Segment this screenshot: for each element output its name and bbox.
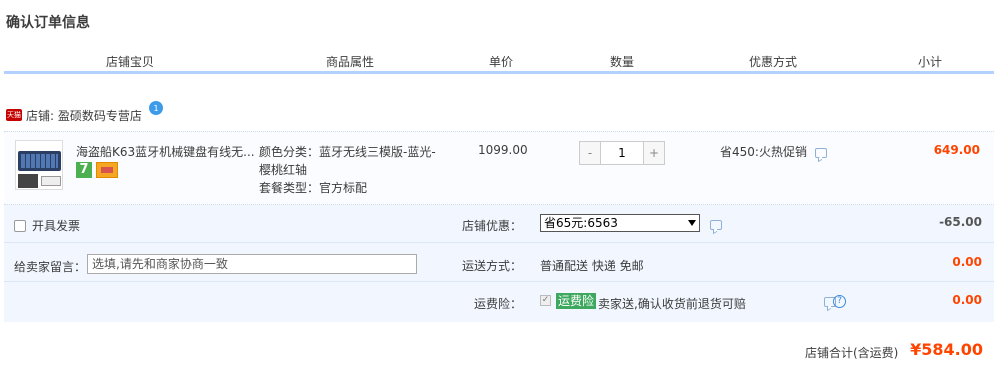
col-price: 单价 — [489, 55, 514, 69]
item-subtotal: 649.00 — [933, 143, 980, 157]
promotion: 省450:火热促销 — [720, 143, 827, 160]
qty-plus-button[interactable]: + — [643, 141, 665, 165]
col-subtotal: 小计 — [918, 55, 943, 69]
shop-discount-value: 省65元:6563 — [544, 216, 618, 230]
col-shop-item: 店铺宝贝 — [106, 55, 155, 69]
insurance-amount: 0.00 — [952, 293, 982, 307]
insurance-checkbox[interactable]: ✓ — [540, 295, 551, 306]
col-discount: 优惠方式 — [749, 55, 798, 69]
attr-package: 套餐类型：官方标配 — [259, 181, 368, 195]
shipping-amount: 0.00 — [952, 255, 982, 269]
keyboard-image — [18, 151, 61, 171]
unit-price: 1099.00 — [478, 143, 528, 157]
invoice-option[interactable]: 开具发票 — [14, 217, 80, 234]
remark-input[interactable]: 选填,请先和商家协商一致 — [87, 254, 417, 274]
divider — [4, 242, 994, 243]
seven-day-return-icon: 7 — [76, 162, 92, 178]
quantity-stepper: - 1 + — [579, 141, 665, 165]
shop-total-label: 店铺合计(含运费) — [805, 346, 899, 360]
page-title: 确认订单信息 — [6, 15, 90, 31]
message-icon[interactable] — [710, 220, 722, 230]
col-quantity: 数量 — [610, 55, 635, 69]
insurance-tag: 运费险 — [556, 293, 597, 309]
insurance-label: 运费险： — [473, 297, 522, 311]
tmall-icon: 天猫 — [6, 109, 22, 121]
divider — [4, 281, 994, 282]
box-image — [18, 174, 38, 188]
shop-line: 天猫 店铺: 盈硕数码专营店 1 — [6, 101, 163, 124]
help-icon[interactable]: ? — [833, 295, 846, 308]
order-options-panel: 开具发票 给卖家留言： 选填,请先和商家协商一致 店铺优惠： 省65元:6563… — [4, 205, 994, 322]
credit-card-icon — [96, 162, 118, 178]
insurance-text: 卖家送,确认收货前退货可赔 — [598, 297, 746, 311]
col-attributes: 商品属性 — [326, 55, 375, 69]
attr-color: 颜色分类：蓝牙无线三模版-蓝光- — [259, 145, 436, 159]
shipping-label: 运送方式： — [461, 259, 522, 273]
box-label-image — [41, 176, 61, 186]
shipping-value: 普通配送 快递 免邮 — [540, 259, 644, 273]
product-thumbnail[interactable] — [15, 140, 63, 190]
invoice-label: 开具发票 — [32, 219, 81, 233]
chevron-down-icon — [688, 220, 696, 226]
order-item-row: 海盗船K63蓝牙机械键盘有线无... 7 颜色分类：蓝牙无线三模版-蓝光- 樱桃… — [4, 131, 994, 205]
qty-input[interactable]: 1 — [601, 141, 643, 165]
promotion-text: 省450:火热促销 — [720, 145, 807, 159]
shop-discount-label: 店铺优惠： — [461, 219, 522, 233]
remark-label: 给卖家留言： — [14, 260, 87, 274]
shop-discount-amount: -65.00 — [939, 215, 982, 229]
shop-name[interactable]: 店铺: 盈硕数码专营店 — [26, 107, 142, 124]
product-attributes: 颜色分类：蓝牙无线三模版-蓝光- 樱桃红轴 套餐类型：官方标配 — [259, 143, 436, 197]
attr-color-cont: 樱桃红轴 — [259, 163, 308, 177]
invoice-checkbox[interactable] — [14, 219, 26, 232]
message-icon[interactable] — [814, 147, 827, 158]
chat-bubble-icon[interactable]: 1 — [149, 101, 163, 115]
table-header: 店铺宝贝 商品属性 单价 数量 优惠方式 小计 — [4, 50, 994, 74]
product-title[interactable]: 海盗船K63蓝牙机械键盘有线无... — [76, 143, 256, 160]
qty-minus-button[interactable]: - — [579, 141, 601, 165]
shop-total-value: ¥584.00 — [910, 340, 983, 359]
shop-discount-select[interactable]: 省65元:6563 — [540, 214, 700, 232]
